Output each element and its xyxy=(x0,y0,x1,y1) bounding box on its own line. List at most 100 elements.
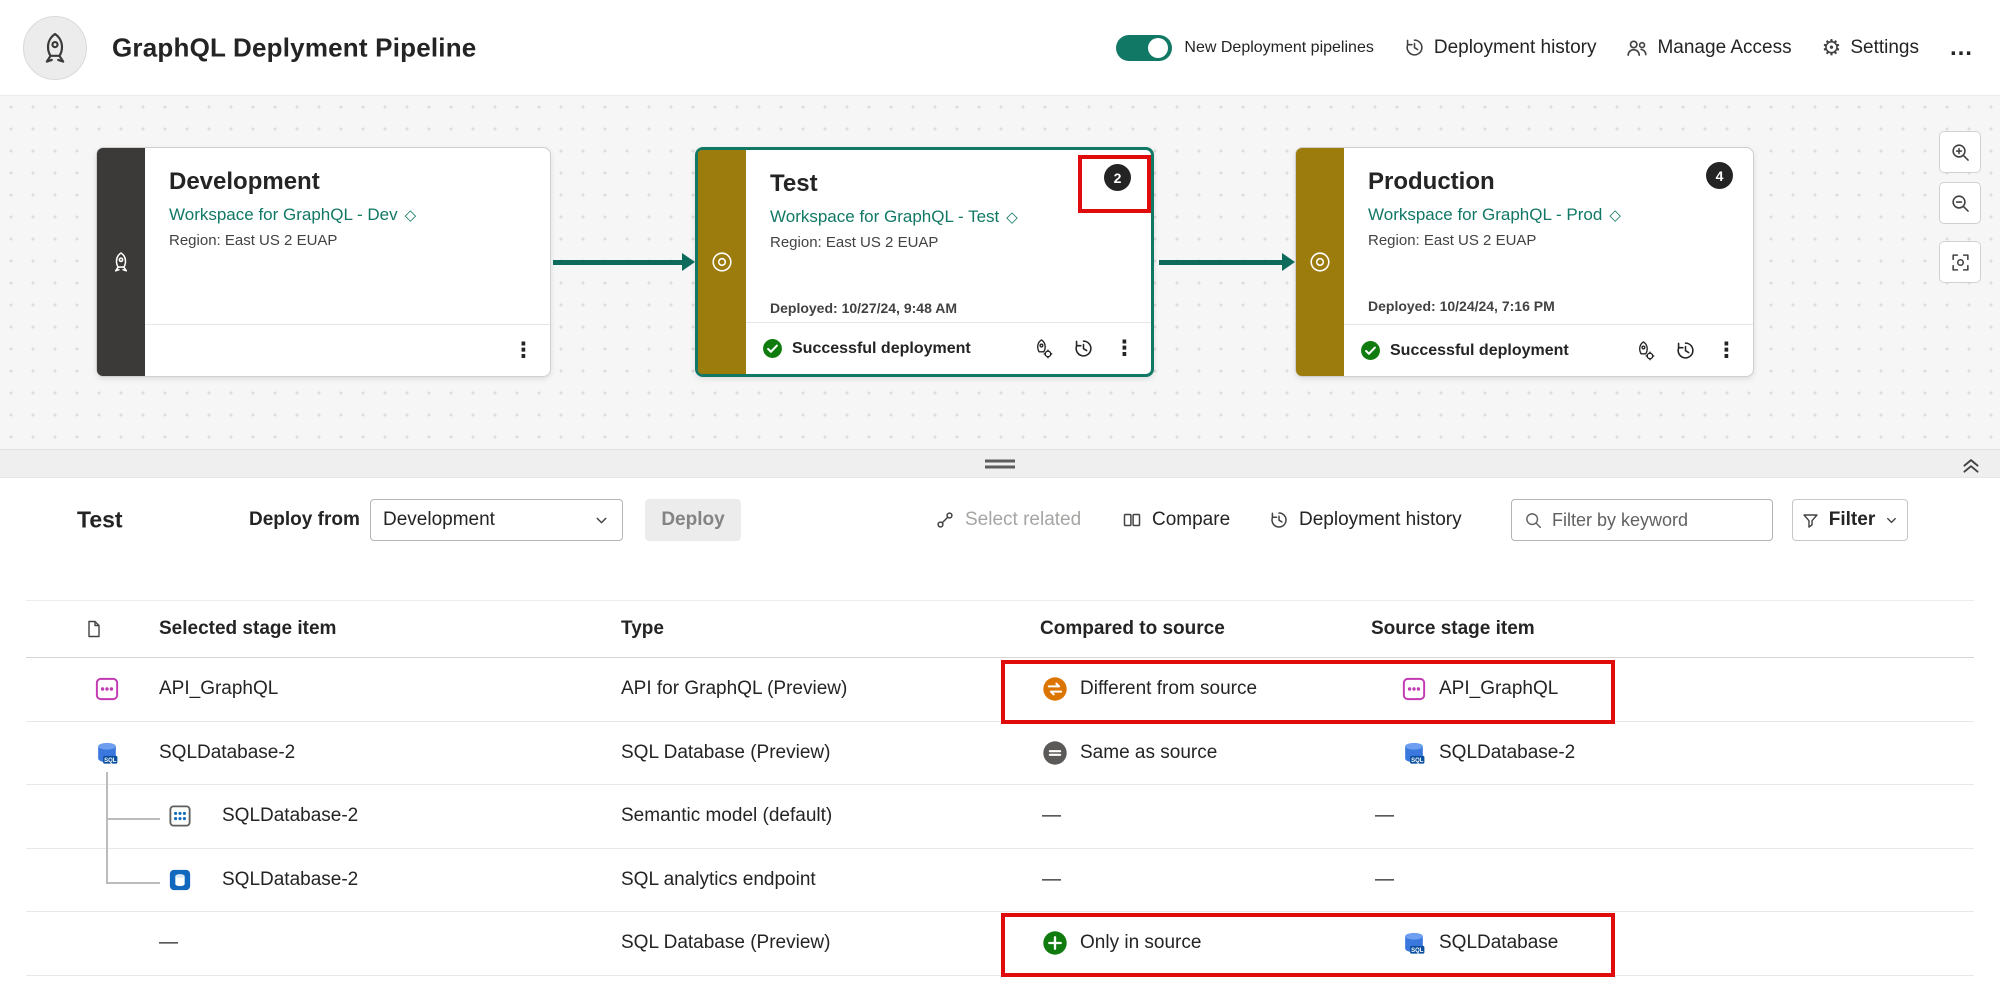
source-item-name: — xyxy=(1375,869,1394,891)
select-related-label: Select related xyxy=(965,509,1081,531)
check-circle-icon xyxy=(1360,340,1381,361)
zoom-in-button[interactable] xyxy=(1939,131,1981,173)
settings-button[interactable]: ⚙ Settings xyxy=(1822,37,1919,59)
tree-connector xyxy=(106,772,108,884)
deployment-history-button[interactable]: Deployment history xyxy=(1404,37,1597,59)
source-item-name: — xyxy=(1375,805,1394,827)
history-icon[interactable] xyxy=(1073,338,1094,359)
different-from-source-icon xyxy=(1042,676,1068,702)
filter-button[interactable]: Filter xyxy=(1792,499,1908,541)
search-icon xyxy=(1524,511,1543,530)
stage-strip xyxy=(97,148,145,376)
column-header-type: Type xyxy=(621,618,1040,640)
stage-region: Region: East US 2 EUAP xyxy=(770,234,1127,251)
divider-drag-handle[interactable] xyxy=(985,459,1015,468)
toggle-knob xyxy=(1148,38,1168,58)
workspace-link[interactable]: Workspace for GraphQL - Dev ◇ xyxy=(169,205,526,225)
deploy-settings-icon[interactable] xyxy=(1634,340,1655,361)
table-row[interactable]: API_GraphQL API for GraphQL (Preview) Di… xyxy=(26,658,1974,722)
stage-more-button[interactable]: ⋮ xyxy=(1114,338,1135,359)
chevron-down-icon xyxy=(1884,513,1899,528)
new-pipelines-toggle-group: New Deployment pipelines xyxy=(1116,35,1373,61)
table-row[interactable]: SQL SQLDatabase-2 SQL Database (Preview)… xyxy=(26,722,1974,786)
sql-database-icon: SQL xyxy=(94,740,120,766)
workspace-name: Workspace for GraphQL - Dev xyxy=(169,205,398,225)
deployment-history-button[interactable]: Deployment history xyxy=(1269,509,1462,531)
history-icon xyxy=(1269,510,1289,530)
stage-name: Development xyxy=(169,168,526,196)
compared-to-source-label: Different from source xyxy=(1080,678,1257,700)
stage-name: Test xyxy=(770,170,1127,198)
check-circle-icon xyxy=(762,338,783,359)
stage-card-development[interactable]: Development Workspace for GraphQL - Dev … xyxy=(96,147,551,377)
pipeline-arrow-dev-to-test xyxy=(553,260,683,265)
semantic-model-icon xyxy=(167,803,193,829)
collapse-panel-button[interactable] xyxy=(1960,453,1982,475)
keyword-filter-box xyxy=(1511,499,1773,541)
zoom-out-button[interactable] xyxy=(1939,182,1981,224)
workspace-link[interactable]: Workspace for GraphQL - Test ◇ xyxy=(770,207,1127,227)
deployment-status: Successful deployment xyxy=(1360,340,1569,361)
workspace-name: Workspace for GraphQL - Test xyxy=(770,207,999,227)
compared-to-source-label: Only in source xyxy=(1080,932,1201,954)
pipeline-canvas: Development Workspace for GraphQL - Dev … xyxy=(0,96,2000,449)
stage-strip xyxy=(1296,148,1344,376)
table-row[interactable]: SQLDatabase-2 SQL analytics endpoint — — xyxy=(26,849,1974,913)
fit-to-screen-button[interactable] xyxy=(1939,241,1981,283)
item-name: — xyxy=(159,932,178,954)
sql-database-icon: SQL xyxy=(1401,740,1427,766)
deploy-from-label: Deploy from xyxy=(249,509,360,531)
deploy-settings-icon[interactable] xyxy=(1032,338,1053,359)
manage-access-button[interactable]: Manage Access xyxy=(1626,37,1791,59)
gear-icon: ⚙ xyxy=(1822,37,1842,59)
new-deployment-pipelines-toggle[interactable] xyxy=(1116,35,1172,61)
compare-button[interactable]: Compare xyxy=(1122,509,1230,531)
svg-text:SQL: SQL xyxy=(1411,758,1424,764)
tree-connector xyxy=(106,882,160,884)
stage-region: Region: East US 2 EUAP xyxy=(169,232,526,249)
settings-label: Settings xyxy=(1850,37,1919,59)
stage-items-table: Selected stage item Type Compared to sou… xyxy=(26,600,1974,976)
history-icon[interactable] xyxy=(1675,340,1696,361)
source-item-name: API_GraphQL xyxy=(1439,678,1558,700)
svg-text:SQL: SQL xyxy=(104,758,117,764)
rocket-icon xyxy=(38,31,72,65)
tree-connector xyxy=(106,818,160,820)
workspace-name: Workspace for GraphQL - Prod xyxy=(1368,205,1602,225)
canvas-zoom-controls xyxy=(1939,131,1981,283)
item-type: SQL Database (Preview) xyxy=(621,742,1040,764)
workspace-link[interactable]: Workspace for GraphQL - Prod ◇ xyxy=(1368,205,1729,225)
diamond-icon: ◇ xyxy=(405,206,417,224)
item-name: SQLDatabase-2 xyxy=(222,805,358,827)
filter-by-keyword-input[interactable] xyxy=(1552,510,1760,531)
stage-strip xyxy=(698,150,746,374)
stage-card-production[interactable]: 4 Production Workspace for GraphQL - Pro… xyxy=(1295,147,1754,377)
only-in-source-icon xyxy=(1042,930,1068,956)
deploy-from-value: Development xyxy=(383,509,495,531)
deploy-from-dropdown[interactable]: Development xyxy=(370,499,623,541)
compare-icon xyxy=(1122,510,1142,530)
table-header-row: Selected stage item Type Compared to sou… xyxy=(26,600,1974,658)
api-graphql-icon xyxy=(94,676,120,702)
stage-card-test[interactable]: 2 Test Workspace for GraphQL - Test ◇ Re… xyxy=(695,147,1154,377)
stage-more-button[interactable]: ⋮ xyxy=(513,340,534,361)
deployment-status: Successful deployment xyxy=(762,338,971,359)
select-related-button[interactable]: Select related xyxy=(935,509,1081,531)
header-actions: New Deployment pipelines Deployment hist… xyxy=(1116,34,1974,62)
stage-region: Region: East US 2 EUAP xyxy=(1368,232,1729,249)
chevron-down-icon xyxy=(593,512,610,529)
rocket-icon xyxy=(1309,251,1331,273)
deploy-button[interactable]: Deploy xyxy=(645,499,741,541)
compared-to-source-label: — xyxy=(1042,869,1061,891)
more-options-button[interactable]: … xyxy=(1949,34,1974,62)
stage-toolbar: Test Deploy from Development Deploy Sele… xyxy=(0,478,2000,562)
stage-more-button[interactable]: ⋮ xyxy=(1716,340,1737,361)
sql-database-icon: SQL xyxy=(1401,930,1427,956)
filter-label: Filter xyxy=(1829,509,1875,531)
stage-name: Production xyxy=(1368,168,1729,196)
page-title: GraphQL Deplyment Pipeline xyxy=(112,32,476,63)
rocket-icon xyxy=(711,251,733,273)
table-row[interactable]: — SQL Database (Preview) Only in source … xyxy=(26,912,1974,976)
column-header-source-stage-item: Source stage item xyxy=(1371,618,1974,640)
table-row[interactable]: SQLDatabase-2 Semantic model (default) —… xyxy=(26,785,1974,849)
